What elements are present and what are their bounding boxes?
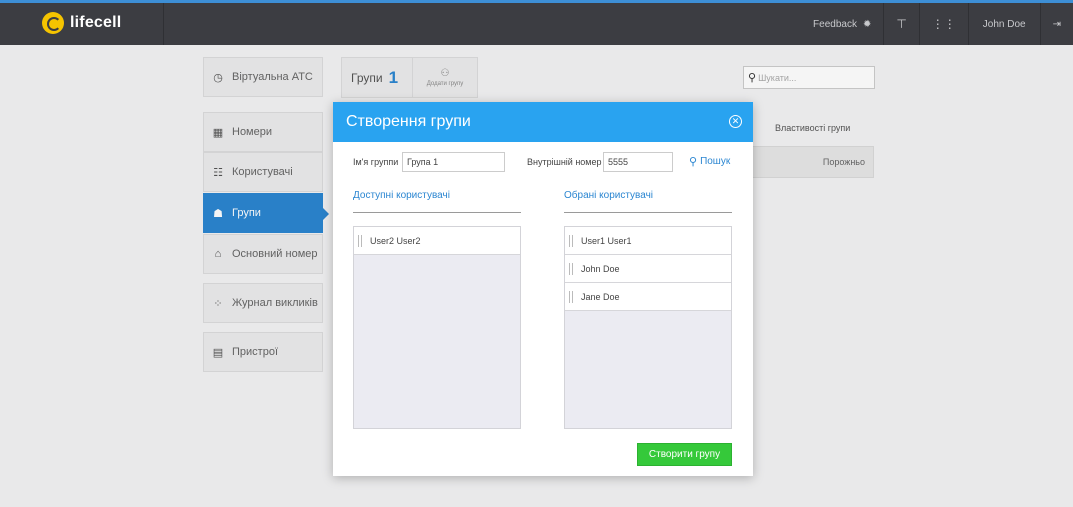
- top-right-menu: Feedback ✹ ⊤ ⋮⋮ John Doe ⇥: [801, 3, 1073, 45]
- list-item[interactable]: User2 User2: [354, 227, 520, 255]
- gear-icon: ✹: [862, 18, 872, 30]
- dialog-header: Створення групи ✕: [333, 102, 753, 142]
- list-item[interactable]: User1 User1: [565, 227, 731, 255]
- user-name: User2 User2: [370, 235, 421, 246]
- extension-input[interactable]: [603, 152, 673, 172]
- user-name: John Doe: [581, 263, 620, 274]
- drag-handle-icon[interactable]: [569, 262, 573, 275]
- form-row: Ім'я группи Внутрішній номер ⚲ Пошук: [353, 152, 733, 172]
- feedback-button[interactable]: Feedback ✹: [801, 3, 883, 45]
- hierarchy-button[interactable]: ⊤: [883, 3, 918, 45]
- logo-text: lifecell: [70, 14, 122, 31]
- user-name: Jane Doe: [581, 291, 620, 302]
- apps-grid-icon: ⋮⋮: [931, 17, 956, 31]
- close-icon[interactable]: ✕: [729, 115, 742, 128]
- available-users-list[interactable]: User2 User2: [353, 226, 521, 429]
- user-menu[interactable]: John Doe: [967, 3, 1040, 45]
- list-item[interactable]: John Doe: [565, 255, 731, 283]
- logout-icon: ⇥: [1052, 18, 1061, 30]
- drag-handle-icon[interactable]: [569, 290, 573, 303]
- drag-handle-icon[interactable]: [358, 234, 362, 247]
- search-link-label: Пошук: [700, 156, 731, 167]
- user-name: John Doe: [982, 18, 1026, 30]
- selected-divider: [564, 212, 732, 213]
- lifecell-logo-icon: [42, 12, 64, 34]
- selected-users-title: Обрані користувачі: [564, 190, 654, 201]
- user-name: User1 User1: [581, 235, 632, 246]
- hierarchy-icon: ⊤: [896, 17, 907, 31]
- list-item[interactable]: Jane Doe: [565, 283, 731, 311]
- selected-users-list[interactable]: User1 User1 John Doe Jane Doe: [564, 226, 732, 429]
- logout-button[interactable]: ⇥: [1039, 3, 1073, 45]
- group-name-input[interactable]: [402, 152, 505, 172]
- drag-handle-icon[interactable]: [569, 234, 573, 247]
- group-name-label: Ім'я группи: [353, 157, 399, 167]
- search-link[interactable]: ⚲ Пошук: [689, 155, 730, 168]
- apps-button[interactable]: ⋮⋮: [918, 3, 968, 45]
- dialog-title: Створення групи: [346, 113, 471, 130]
- extension-label: Внутрішній номер: [527, 157, 602, 167]
- logo[interactable]: lifecell: [42, 8, 121, 38]
- available-users-title: Доступні користувачі: [353, 190, 450, 201]
- create-group-button[interactable]: Створити групу: [637, 443, 732, 466]
- search-icon: ⚲: [689, 156, 698, 168]
- available-divider: [353, 212, 521, 213]
- create-group-dialog: Створення групи ✕ Ім'я группи Внутрішній…: [333, 102, 753, 476]
- top-bar: lifecell Feedback ✹ ⊤ ⋮⋮ John Doe ⇥: [0, 0, 1073, 45]
- feedback-label: Feedback: [813, 18, 857, 30]
- top-divider: [163, 3, 164, 45]
